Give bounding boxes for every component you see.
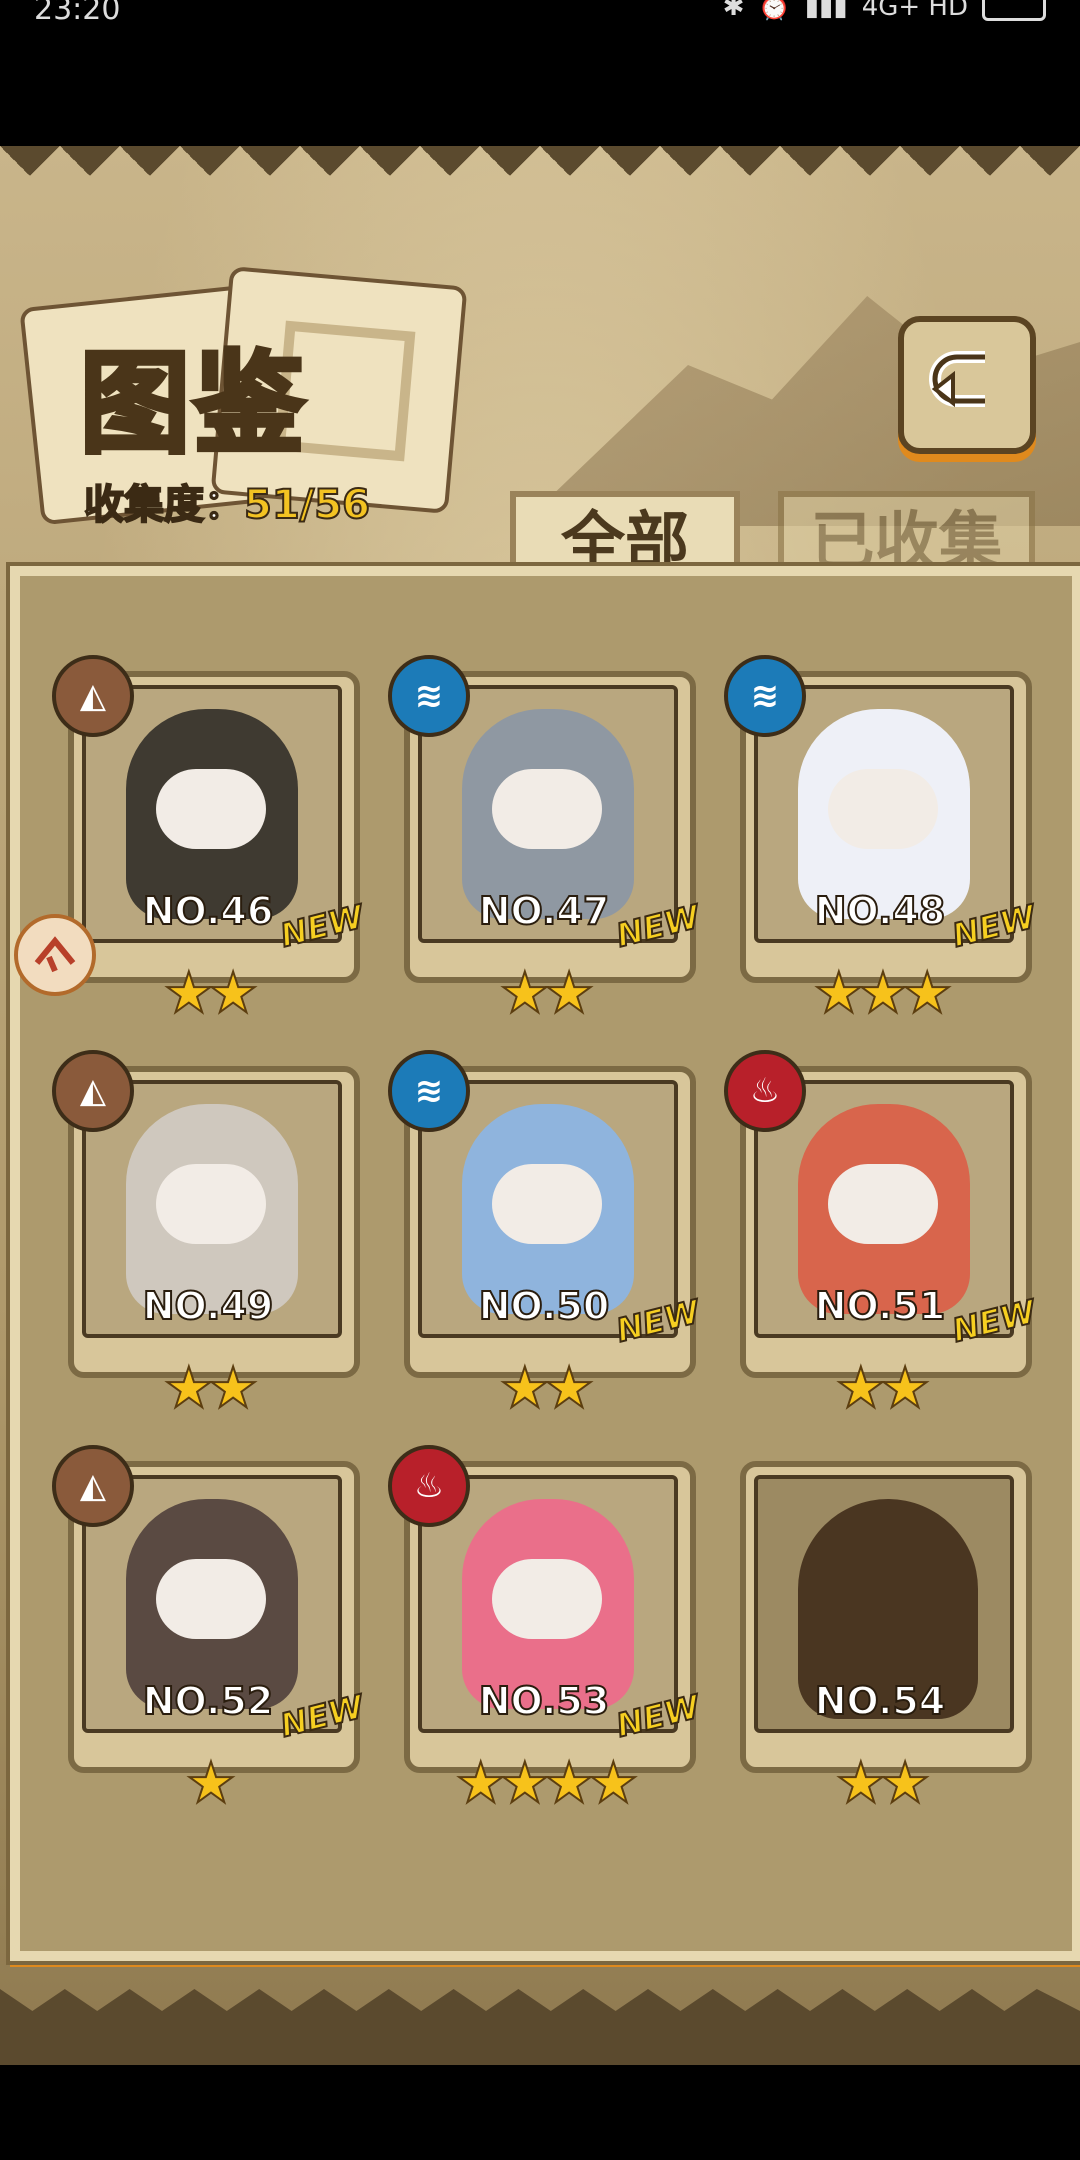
monster-face [828,769,938,849]
progress-value: 51/56 [243,481,371,529]
status-time: 23:20 [34,0,121,27]
status-icons: ✱ ⏰ ▮▮▮ 4G+ HD [723,0,1046,22]
battery-icon [982,0,1046,21]
monster-face [156,769,266,849]
network-label: 4G+ HD [861,0,968,22]
top-border [0,146,1080,206]
monster-face [156,1559,266,1639]
monster-number: NO.54 [814,1678,947,1724]
game-scene: 图鉴 收集度：51/56 全部 已收集 NO.46 NEW ★★ ◭ NO.47 NEW ★… [0,146,1080,2065]
fire-element-icon: ♨ [388,1445,470,1527]
star-rating: ★★ [499,960,595,1027]
status-bar: 23:20 ✱ ⏰ ▮▮▮ 4G+ HD [0,0,1080,146]
star-rating: ★★ [835,1355,931,1422]
earth-element-icon: ◭ [52,655,134,737]
earth-element-icon: ◭ [52,1050,134,1132]
monster-face [156,1164,266,1244]
monster-face [492,769,602,849]
water-element-icon: ≋ [724,655,806,737]
star-rating: ★★★ [813,960,954,1027]
water-element-icon: ≋ [388,655,470,737]
monster-face [492,1164,602,1244]
star-rating: ★★ [835,1750,931,1817]
star-rating: ★★ [163,1355,259,1422]
return-arrow-icon [929,351,985,408]
alarm-icon: ⏰ [758,0,791,22]
page-title: 图鉴 [78,337,308,471]
side-marker-icon[interactable] [14,914,96,996]
progress-label: 收集度： [83,481,245,529]
collection-progress: 收集度：51/56 [83,472,371,530]
bluetooth-icon: ✱ [722,0,745,22]
star-rating: ★★★★ [455,1750,640,1817]
water-element-icon: ≋ [388,1050,470,1132]
star-rating: ★ [185,1750,237,1817]
star-rating: ★★ [499,1355,595,1422]
collection-panel: NO.46 NEW ★★ ◭ NO.47 NEW ★★ ≋ NO.48 NEW ★★★ ≋ NO.49 ★… [10,566,1080,1961]
navigation-bar [0,2065,1080,2160]
earth-element-icon: ◭ [52,1445,134,1527]
bottom-border [0,1989,1080,2065]
star-rating: ★★ [163,960,259,1027]
back-button[interactable] [898,316,1036,454]
monster-face [828,1164,938,1244]
fire-element-icon: ♨ [724,1050,806,1132]
monster-face [492,1559,602,1639]
monster-number: NO.49 [142,1283,275,1329]
signal-icon: ▮▮▮ [804,0,848,22]
